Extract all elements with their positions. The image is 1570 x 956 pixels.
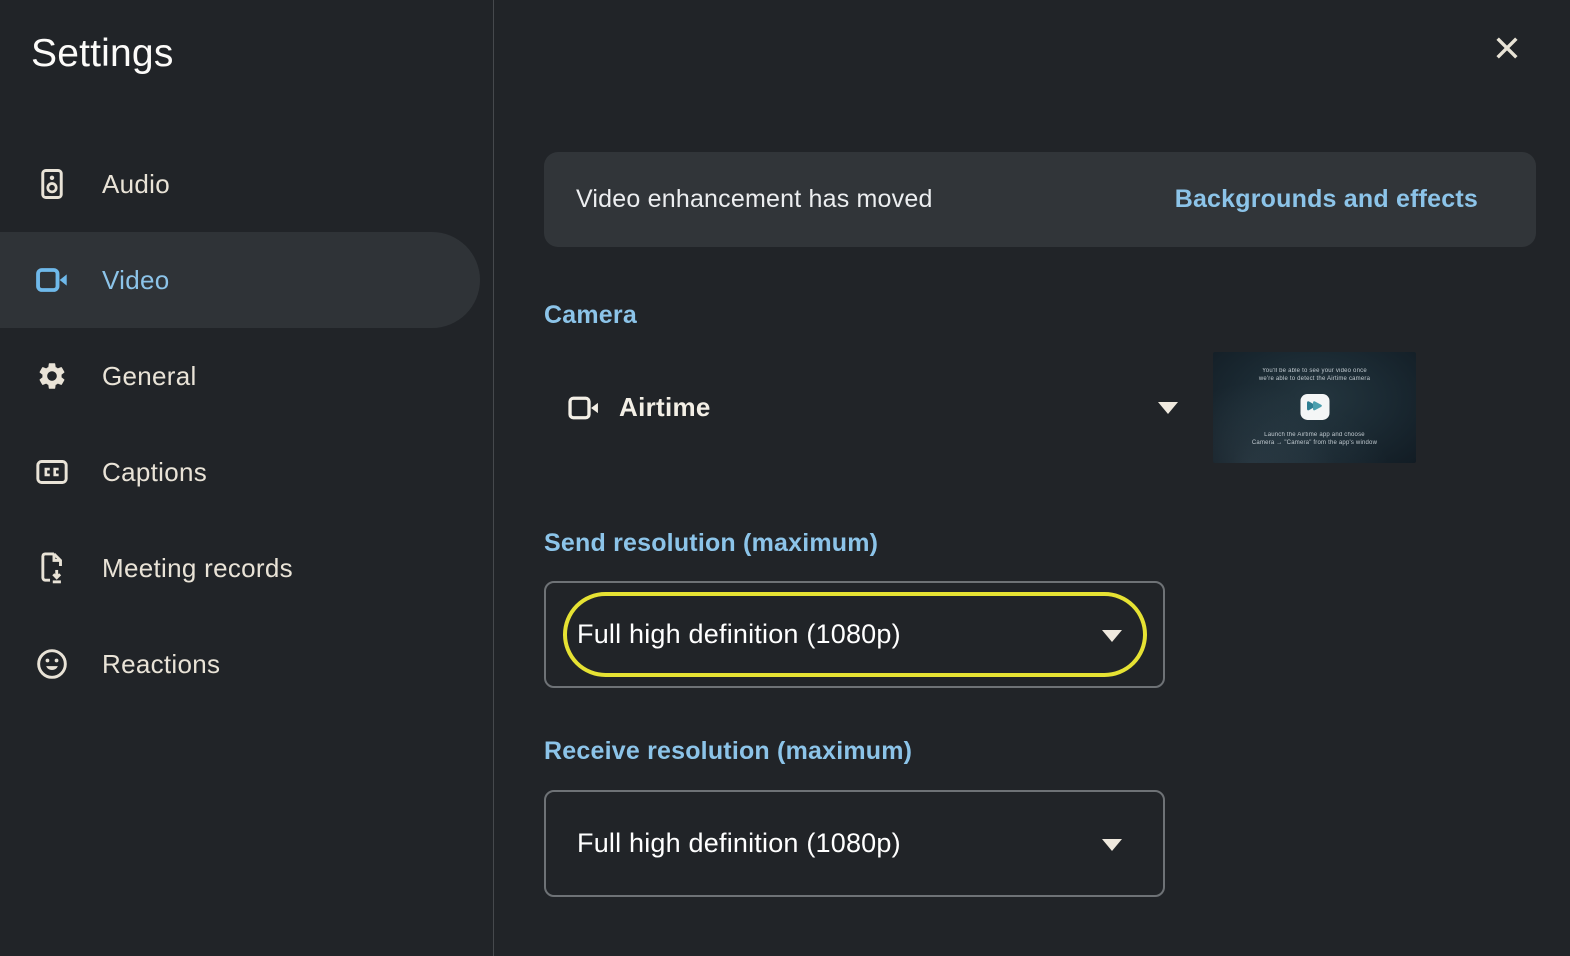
smiley-icon bbox=[36, 648, 68, 680]
closed-captions-icon bbox=[36, 456, 68, 488]
send-resolution-select[interactable]: Full high definition (1080p) bbox=[544, 581, 1165, 688]
video-enhancement-banner: Video enhancement has moved Backgrounds … bbox=[544, 152, 1536, 247]
sidebar-item-label: Captions bbox=[102, 457, 207, 488]
camera-preview-thumbnail: You'll be able to see your video once we… bbox=[1213, 352, 1416, 463]
send-resolution-value: Full high definition (1080p) bbox=[577, 619, 901, 650]
close-button[interactable] bbox=[1490, 31, 1524, 65]
banner-message: Video enhancement has moved bbox=[576, 185, 933, 214]
settings-dialog: Settings Audio bbox=[0, 0, 1570, 956]
airtime-logo-icon bbox=[1300, 393, 1329, 419]
chevron-down-icon bbox=[1158, 402, 1178, 414]
camera-device-value: Airtime bbox=[619, 392, 711, 423]
preview-caption-bottom: Launch the Airtime app and choose Camera… bbox=[1213, 432, 1416, 447]
speaker-icon bbox=[36, 168, 68, 200]
gear-icon bbox=[36, 360, 68, 392]
send-resolution-label: Send resolution (maximum) bbox=[544, 529, 878, 558]
sidebar-item-general[interactable]: General bbox=[0, 328, 480, 424]
close-icon bbox=[1491, 32, 1523, 64]
sidebar-item-label: Video bbox=[102, 265, 170, 296]
camera-device-select[interactable]: Airtime bbox=[544, 380, 1184, 435]
sidebar-item-video[interactable]: Video bbox=[0, 232, 480, 328]
video-settings-panel: Video enhancement has moved Backgrounds … bbox=[494, 0, 1570, 956]
sidebar-item-label: General bbox=[102, 361, 197, 392]
file-download-icon bbox=[36, 552, 68, 584]
sidebar-item-label: Meeting records bbox=[102, 553, 293, 584]
preview-caption-top: You'll be able to see your video once we… bbox=[1213, 368, 1416, 383]
sidebar-item-reactions[interactable]: Reactions bbox=[0, 616, 480, 712]
chevron-down-icon bbox=[1102, 630, 1122, 642]
videocam-icon bbox=[568, 393, 600, 423]
videocam-icon bbox=[36, 264, 68, 296]
sidebar-item-label: Reactions bbox=[102, 649, 220, 680]
sidebar-item-captions[interactable]: Captions bbox=[0, 424, 480, 520]
backgrounds-and-effects-link[interactable]: Backgrounds and effects bbox=[1175, 185, 1478, 214]
chevron-down-icon bbox=[1102, 839, 1122, 851]
receive-resolution-value: Full high definition (1080p) bbox=[577, 828, 901, 859]
camera-section-label: Camera bbox=[544, 301, 637, 330]
sidebar-item-meeting-records[interactable]: Meeting records bbox=[0, 520, 480, 616]
sidebar-item-audio[interactable]: Audio bbox=[0, 136, 480, 232]
page-title: Settings bbox=[31, 32, 174, 76]
sidebar-item-label: Audio bbox=[102, 169, 170, 200]
receive-resolution-label: Receive resolution (maximum) bbox=[544, 737, 912, 766]
settings-sidebar: Settings Audio bbox=[0, 0, 494, 956]
receive-resolution-select[interactable]: Full high definition (1080p) bbox=[544, 790, 1165, 897]
